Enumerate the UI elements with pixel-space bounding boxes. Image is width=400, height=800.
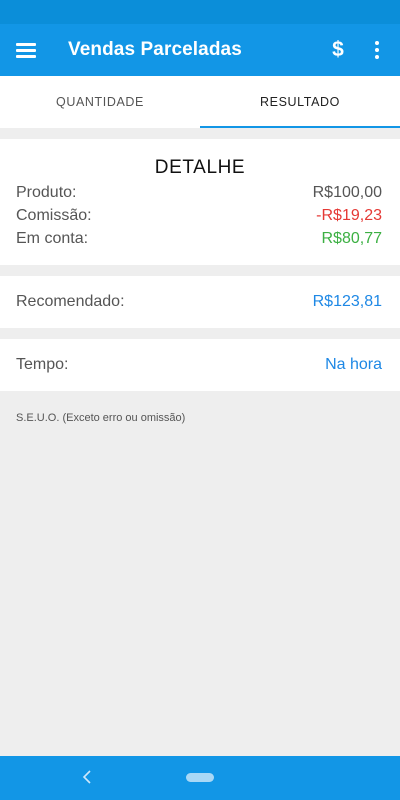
detail-row-em-conta: Em conta: R$80,77 <box>16 230 382 248</box>
tab-quantidade[interactable]: QUANTIDADE <box>0 76 200 128</box>
detail-row-comissao: Comissão: -R$19,23 <box>16 207 382 225</box>
status-bar <box>0 0 400 24</box>
recommended-label: Recomendado: <box>16 293 125 310</box>
tab-bar: QUANTIDADE RESULTADO <box>0 76 400 128</box>
time-value: Na hora <box>325 356 382 373</box>
app-bar: Vendas Parceladas $ <box>0 24 400 76</box>
time-label: Tempo: <box>16 356 69 373</box>
recommended-row: Recomendado: R$123,81 <box>16 293 382 311</box>
time-row: Tempo: Na hora <box>16 356 382 374</box>
time-card: Tempo: Na hora <box>0 339 400 391</box>
tab-resultado[interactable]: RESULTADO <box>200 76 400 128</box>
navigation-bar <box>0 756 400 800</box>
home-pill-icon[interactable] <box>186 773 214 782</box>
recommended-value: R$123,81 <box>312 293 382 310</box>
menu-button[interactable] <box>0 24 52 76</box>
em-conta-value: R$80,77 <box>321 230 383 247</box>
recommended-card: Recomendado: R$123,81 <box>0 276 400 328</box>
comissao-label: Comissão: <box>16 207 92 224</box>
em-conta-label: Em conta: <box>16 230 89 247</box>
app-title: Vendas Parceladas <box>68 39 242 60</box>
menu-icon <box>16 43 36 58</box>
produto-label: Produto: <box>16 184 77 201</box>
detail-row-produto: Produto: R$100,00 <box>16 184 382 202</box>
back-chevron-icon[interactable] <box>80 766 94 788</box>
more-vert-icon[interactable] <box>358 24 396 76</box>
dollar-icon[interactable]: $ <box>318 24 358 76</box>
comissao-value: -R$19,23 <box>316 207 382 224</box>
detail-title: DETALHE <box>154 157 246 178</box>
disclaimer-text: S.E.U.O. (Exceto erro ou omissão) <box>16 412 186 424</box>
detail-card: DETALHE Produto: R$100,00 Comissão: -R$1… <box>0 139 400 265</box>
produto-value: R$100,00 <box>312 184 382 201</box>
